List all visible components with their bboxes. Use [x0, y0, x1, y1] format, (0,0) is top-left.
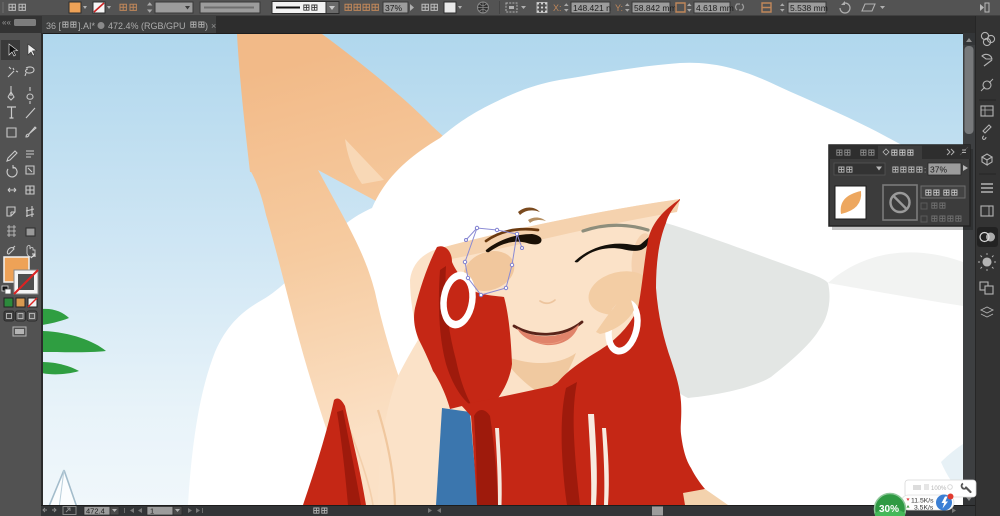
- svg-text:58.842 mm: 58.842 mm: [634, 3, 677, 13]
- svg-text::: :: [924, 166, 926, 175]
- svg-text:4.618 mm: 4.618 mm: [696, 3, 734, 13]
- svg-text:148.421 n: 148.421 n: [573, 3, 611, 13]
- svg-text:×: ×: [211, 21, 216, 31]
- svg-text:5.538 mm: 5.538 mm: [790, 3, 828, 13]
- svg-text:100%: 100%: [931, 486, 947, 492]
- svg-text:472.4% (RGB/GPU: 472.4% (RGB/GPU: [108, 21, 186, 31]
- svg-text:472.4: 472.4: [86, 507, 105, 516]
- svg-text:30%: 30%: [879, 504, 899, 515]
- svg-text:1: 1: [150, 507, 154, 516]
- svg-text:Y:: Y:: [615, 3, 623, 13]
- svg-text:X:: X:: [553, 3, 562, 13]
- svg-text:37%: 37%: [930, 165, 947, 175]
- svg-text:): ): [205, 21, 208, 31]
- svg-text:36 [: 36 [: [46, 21, 62, 31]
- svg-text:11.5K/s: 11.5K/s: [911, 498, 934, 505]
- svg-text:««: ««: [2, 18, 11, 27]
- svg-text:3.5K/s: 3.5K/s: [914, 505, 934, 512]
- svg-text:].AI*: ].AI*: [78, 21, 96, 31]
- svg-text:37%: 37%: [385, 3, 402, 13]
